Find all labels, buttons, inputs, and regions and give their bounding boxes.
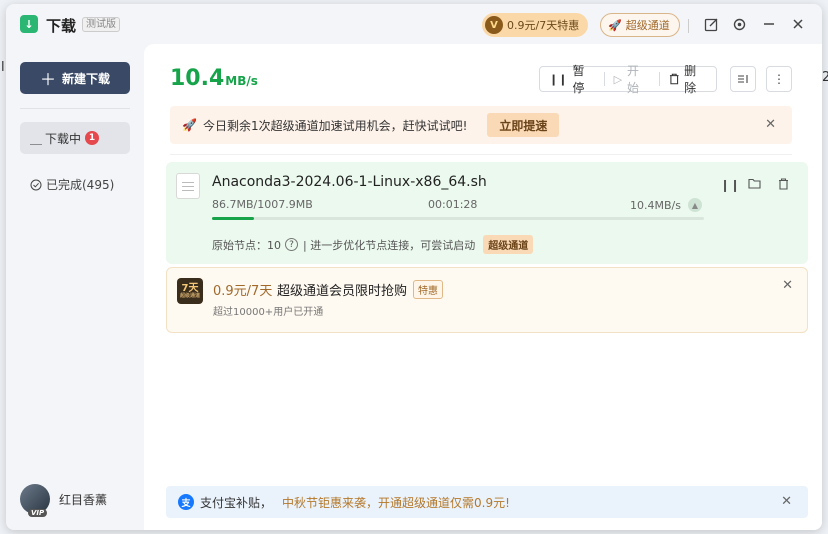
speedup-now-button[interactable]: 立即提速: [487, 113, 560, 137]
notice-text: 今日剩余1次超级通道加速试用机会，赶快试试吧!: [202, 118, 468, 133]
play-icon: ▷: [613, 72, 623, 86]
downloading-dash-icon: ＿: [30, 131, 43, 146]
download-task-row[interactable]: Anaconda3-2024.06-1-Linux-x86_64.sh 86.7…: [166, 162, 808, 264]
sidebar-divider: [20, 108, 130, 109]
close-icon[interactable]: ✕: [782, 278, 793, 293]
close-icon[interactable]: ✕: [781, 494, 792, 509]
trash-icon: [669, 73, 679, 85]
background-edge-left: l: [1, 60, 5, 75]
plus-icon: ＋: [39, 70, 56, 89]
delete-button[interactable]: 删除: [660, 64, 716, 95]
new-download-label: 新建下载: [62, 71, 111, 86]
alipay-highlight: 中秋节钜惠来袭，开通超级通道仅需0.9元!: [282, 495, 510, 510]
sidebar-item-downloading-label: 下载中: [45, 131, 82, 146]
downloading-count-badge: 1: [85, 131, 100, 145]
main-panel: 10.4 MB/s ❙❙ 暂停 ▷ 开始 删除 ⋮ 🚀 今日剩余1次超级通道加速…: [144, 44, 822, 530]
speedup-trial-notice: 🚀 今日剩余1次超级通道加速试用机会，赶快试试吧! 立即提速 ✕: [170, 106, 792, 144]
sort-list-icon[interactable]: [730, 66, 756, 92]
speed-value: 10.4: [170, 66, 225, 91]
file-icon: [176, 173, 200, 199]
close-icon[interactable]: ✕: [765, 117, 776, 132]
offer-tag: 特惠: [413, 280, 443, 299]
task-controls: ❙❙ 暂停 ▷ 开始 删除: [539, 64, 717, 95]
super-channel-start-button[interactable]: 超级通道: [483, 235, 534, 254]
vip-promo-button[interactable]: V 0.9元/7天特惠: [482, 13, 589, 37]
alipay-text: 支付宝补贴，: [200, 495, 273, 510]
node-count: 原始节点：10: [212, 238, 281, 252]
window-title: 下载: [46, 17, 77, 35]
rocket-icon: 🚀: [182, 118, 197, 132]
offer-subtitle: 超过10000+用户已开通: [213, 307, 324, 318]
vip-icon: V: [485, 16, 503, 34]
rocket-icon: ▲: [687, 198, 702, 212]
offer-title: 超级通道会员限时抢购: [277, 284, 408, 299]
offer-logo-sub: 超级通道: [179, 292, 200, 299]
node-info: 原始节点：10 ? | 进一步优化节点连接，可尝试启动 超级通道: [212, 235, 534, 254]
pause-icon: ❙❙: [549, 72, 568, 86]
avatar: VIP: [20, 484, 50, 517]
sidebar-item-downloading[interactable]: ＿ 下载中 1: [20, 122, 130, 154]
task-file-name: Anaconda3-2024.06-1-Linux-x86_64.sh: [212, 174, 487, 190]
offer-price: 0.9元/7天: [213, 284, 273, 299]
rocket-icon: 🚀: [608, 18, 622, 32]
vip-tag: VIP: [28, 509, 48, 517]
more-options-icon[interactable]: ⋮: [766, 66, 792, 92]
download-logo-icon: ↓: [20, 15, 38, 33]
super-channel-button[interactable]: 🚀 超级通道: [600, 13, 680, 37]
close-icon[interactable]: [789, 15, 807, 33]
task-rate: 10.4MB/s ▲: [630, 198, 702, 212]
settings-gear-icon[interactable]: [730, 15, 748, 33]
total-speed: 10.4 MB/s: [170, 66, 258, 91]
feedback-icon[interactable]: [702, 15, 720, 33]
user-name: 红目香薰: [59, 492, 108, 507]
help-icon[interactable]: ?: [285, 238, 298, 251]
download-window: ↓ 下载 测试版 V 0.9元/7天特惠 🚀 超级通道 ＋ 新建下载 ＿ 下载中…: [6, 4, 822, 530]
task-remaining-time: 00:01:28: [428, 198, 478, 211]
start-button[interactable]: ▷ 开始: [605, 64, 660, 95]
alipay-promo-bar[interactable]: 支 支付宝补贴， 中秋节钜惠来袭，开通超级通道仅需0.9元! ✕: [166, 486, 808, 518]
pause-button[interactable]: ❙❙ 暂停: [540, 64, 605, 95]
task-progress-fill: [212, 217, 255, 220]
sidebar: ＋ 新建下载 ＿ 下载中 1 已完成(495) VIP 红目香薰: [6, 44, 144, 530]
trash-icon[interactable]: [778, 178, 789, 193]
task-rate-value: 10.4MB/s: [630, 198, 681, 212]
delete-label: 删除: [684, 64, 697, 95]
task-progress-bar: [212, 217, 704, 220]
task-size: 86.7MB/1007.9MB: [212, 198, 313, 211]
vip-promo-label: 0.9元/7天特惠: [507, 19, 580, 32]
alipay-icon: 支: [178, 494, 194, 510]
titlebar: ↓ 下载 测试版 V 0.9元/7天特惠 🚀 超级通道: [6, 4, 822, 44]
minimize-icon[interactable]: [760, 15, 778, 33]
speed-unit: MB/s: [225, 74, 258, 88]
user-profile[interactable]: VIP 红目香薰: [20, 484, 108, 517]
background-edge-right: 2: [822, 70, 828, 85]
divider: [170, 154, 792, 155]
check-circle-icon: [30, 179, 42, 190]
vip-offer-card[interactable]: 7天 超级通道 0.9元/7天 超级通道会员限时抢购 特惠 超过10000+用户…: [166, 267, 808, 333]
pause-task-icon[interactable]: ❙❙: [720, 178, 740, 192]
folder-icon[interactable]: [748, 178, 761, 192]
sidebar-item-completed[interactable]: 已完成(495): [30, 176, 114, 193]
start-label: 开始: [627, 64, 640, 95]
node-hint: | 进一步优化节点连接，可尝试启动: [303, 238, 476, 252]
sidebar-item-completed-label: 已完成(495): [46, 178, 115, 192]
titlebar-divider: [688, 19, 689, 33]
seven-day-vip-logo: 7天 超级通道: [177, 278, 203, 304]
super-channel-label: 超级通道: [625, 19, 670, 32]
beta-badge: 测试版: [82, 17, 120, 32]
pause-label: 暂停: [572, 64, 585, 95]
offer-logo-text: 7天: [181, 282, 199, 294]
new-download-button[interactable]: ＋ 新建下载: [20, 62, 130, 94]
